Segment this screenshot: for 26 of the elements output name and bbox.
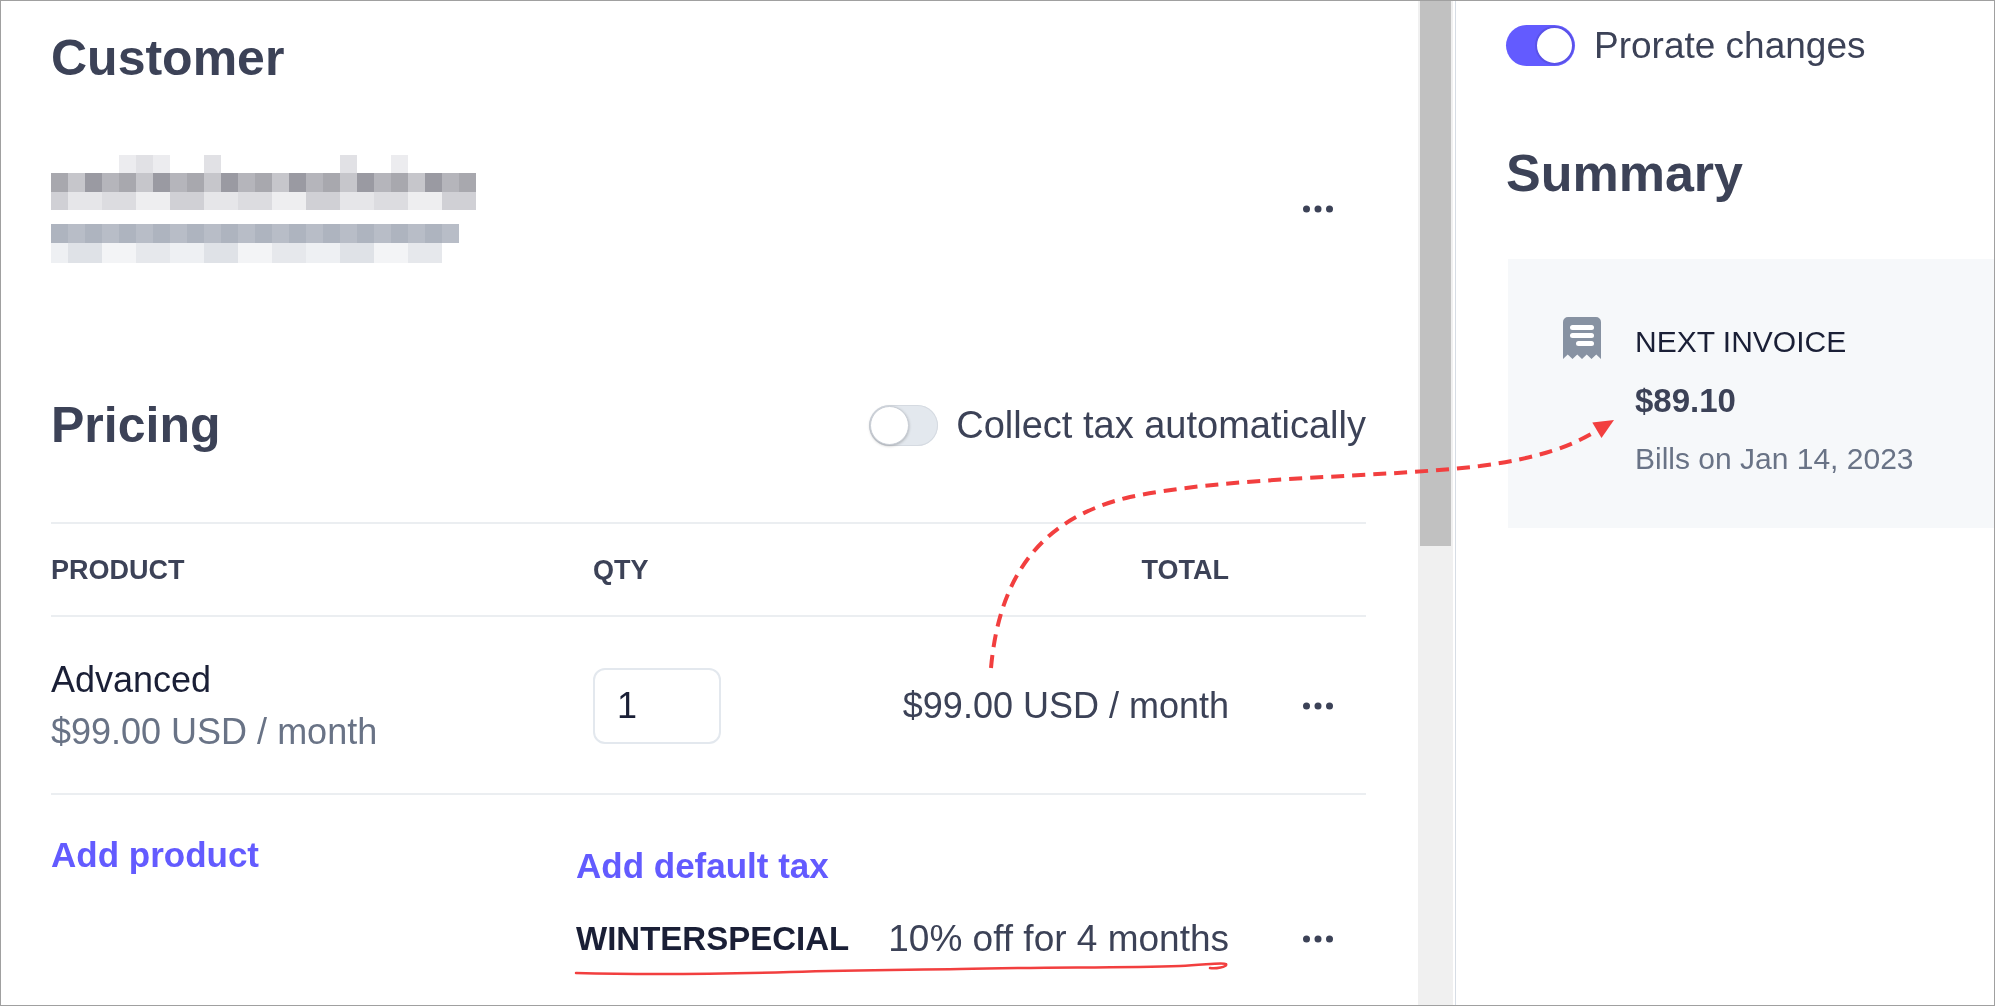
coupon-code: WINTERSPECIAL [576,919,850,959]
add-product-link[interactable]: Add product [51,833,260,877]
section-heading: Pricing [51,397,221,453]
receipt-icon [1563,317,1601,359]
quantity-input[interactable]: 1 [593,668,721,744]
section-heading: Customer [51,30,285,86]
invoice-label: NEXT INVOICE [1635,324,1847,360]
toggle-switch[interactable] [869,404,939,446]
toggle-label: Collect tax automatically [956,403,1366,447]
column-header: PRODUCT [51,553,185,587]
section-heading: Summary [1506,145,1743,201]
discount-description: 10% off for 4 months [888,917,1229,961]
line-total: $99.00 USD / month [902,684,1229,728]
toggle-label: Prorate changes [1594,23,1866,68]
column-header: QTY [593,553,649,587]
invoice-amount: $89.10 [1635,381,1736,421]
billing-date: Bills on Jan 14, 2023 [1635,441,1914,477]
toggle-switch[interactable] [1506,25,1575,66]
column-header: TOTAL [1141,553,1229,587]
product-name: Advanced [51,658,212,702]
ellipsis-icon [1303,935,1333,943]
product-price: $99.00 USD / month [51,710,378,754]
ellipsis-icon [1303,204,1333,213]
scrollbar-thumb[interactable] [1420,1,1451,546]
add-tax-link[interactable]: Add default tax [576,844,829,888]
ellipsis-icon [1303,702,1333,710]
